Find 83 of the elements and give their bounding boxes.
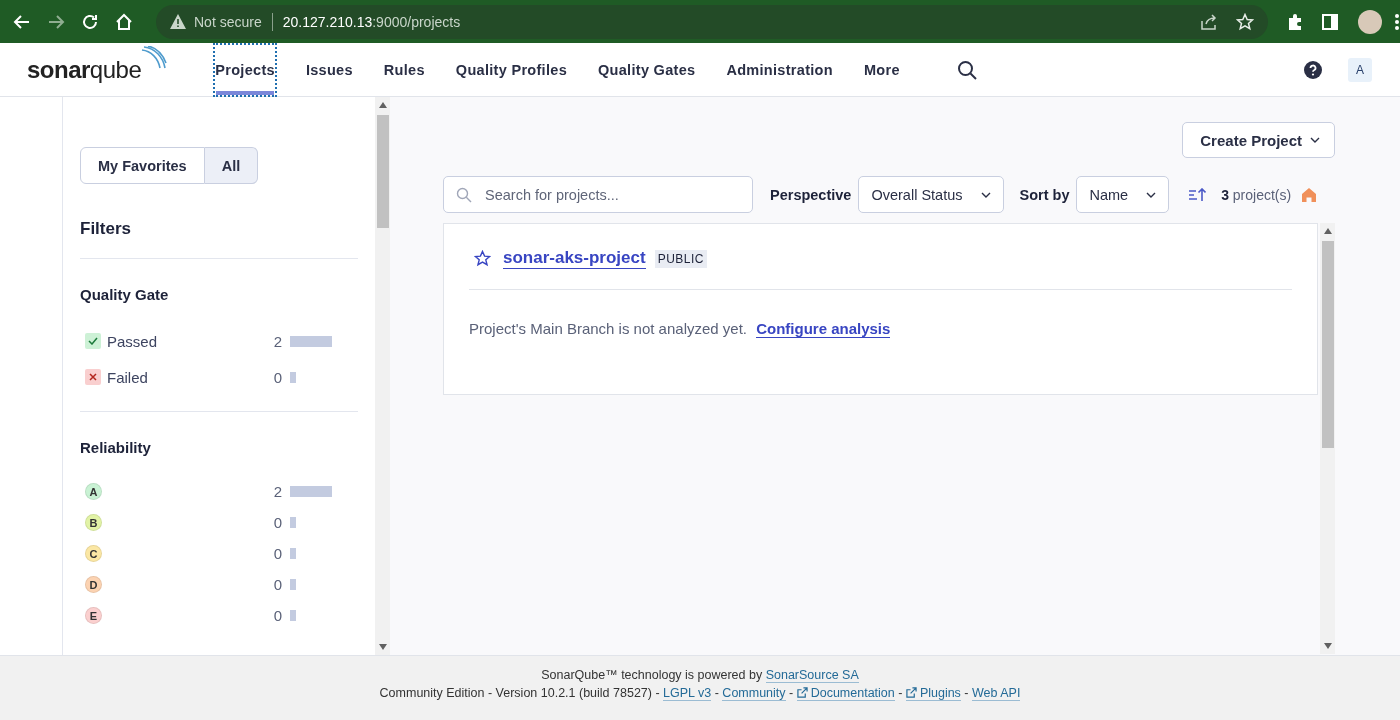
- search-field[interactable]: Search for projects...: [443, 176, 753, 213]
- more-icon[interactable]: [1394, 12, 1400, 31]
- facet-bar: [290, 610, 296, 621]
- footer-text: Community Edition - Version 10.2.1 (build 78527) - LGPL v3 - Community - Documentation - Plugins - Web API: [379, 686, 1021, 700]
- facet-count: 0: [272, 545, 282, 562]
- facet-bar: [290, 486, 332, 497]
- analysis-message: Project's Main Branch is not analyzed yet. Configure analysis: [469, 320, 892, 337]
- sort-order-icon[interactable]: [1188, 187, 1207, 202]
- star-icon[interactable]: [474, 250, 491, 267]
- rating-badge[interactable]: D: [85, 576, 102, 593]
- facet-bar: [290, 335, 332, 347]
- external-link-icon: [905, 687, 917, 698]
- security-label: Not secure: [194, 13, 262, 30]
- configure-analysis-link[interactable]: Configure analysis: [756, 320, 891, 338]
- facet-bar: [290, 548, 296, 559]
- facet-count: 0: [272, 607, 282, 624]
- nav-tab[interactable]: Administration: [724, 42, 835, 97]
- scroll-down-icon[interactable]: [1323, 643, 1332, 649]
- facet-count: 0: [272, 576, 282, 593]
- facet-count: 0: [272, 514, 282, 531]
- share-icon[interactable]: [1200, 12, 1218, 31]
- scrollbar-thumb[interactable]: [1321, 241, 1334, 448]
- footer-link[interactable]: Documentation: [796, 686, 895, 701]
- footer-link[interactable]: Community: [722, 686, 786, 701]
- filters-heading: Filters: [80, 219, 133, 239]
- perspective-label: Perspective: [770, 186, 852, 203]
- project-count: 3 project(s): [1221, 186, 1292, 203]
- visibility-badge: PUBLIC: [654, 249, 708, 268]
- cross-icon: [85, 369, 101, 385]
- footer-link[interactable]: Plugins: [905, 686, 961, 701]
- profile-avatar[interactable]: [1358, 9, 1382, 34]
- search-icon[interactable]: [956, 59, 977, 80]
- user-avatar[interactable]: A: [1348, 57, 1372, 82]
- warning-icon: [170, 14, 186, 29]
- facet-bar: [290, 579, 296, 590]
- facet-label[interactable]: Passed: [107, 332, 158, 350]
- caret-icon: [980, 191, 991, 198]
- caret-icon: [1146, 191, 1157, 198]
- help-icon[interactable]: [1304, 60, 1322, 79]
- rating-badge[interactable]: B: [85, 514, 102, 531]
- search-icon: [456, 187, 472, 203]
- footer-link[interactable]: LGPL v3: [663, 686, 712, 701]
- rating-badge[interactable]: C: [85, 545, 102, 562]
- footer-text: SonarQube™ technology is powered by SonarSource SA: [541, 668, 859, 682]
- sort-select[interactable]: Name: [1076, 176, 1170, 213]
- scroll-up-icon[interactable]: [1323, 228, 1332, 234]
- filter-toggle[interactable]: My Favorites: [80, 147, 205, 184]
- rating-badge[interactable]: E: [85, 607, 102, 624]
- address-bar[interactable]: Not secure 20.127.210.13:9000/projects: [156, 4, 1268, 39]
- facet-bar: [290, 517, 296, 528]
- scroll-up-icon[interactable]: [378, 102, 387, 108]
- footer-link[interactable]: SonarSource SA: [765, 668, 859, 683]
- project-link[interactable]: sonar-aks-project: [503, 248, 646, 269]
- facet-count: 2: [272, 483, 282, 500]
- facet-label[interactable]: Failed: [107, 368, 148, 386]
- scroll-down-icon[interactable]: [378, 644, 387, 650]
- check-icon: [85, 333, 101, 349]
- facet-count: 0: [272, 368, 282, 386]
- facet-count: 2: [272, 332, 282, 350]
- filter-toggle[interactable]: All: [204, 147, 259, 184]
- caret-icon: [1310, 137, 1320, 143]
- scrollbar[interactable]: [375, 97, 390, 655]
- home-icon[interactable]: [114, 11, 134, 32]
- perspective-select[interactable]: Overall Status: [858, 176, 1004, 213]
- nav-tab[interactable]: Quality Gates: [596, 42, 698, 97]
- nav-tab[interactable]: Issues: [303, 42, 355, 97]
- nav-tab[interactable]: Quality Profiles: [453, 42, 569, 97]
- facet-title: Quality Gate: [80, 286, 170, 303]
- external-link-icon: [796, 687, 808, 698]
- facet-bar: [290, 371, 296, 383]
- side-panel-icon[interactable]: [1320, 11, 1340, 32]
- scrollbar-thumb[interactable]: [376, 115, 389, 228]
- url-text: 20.127.210.13:9000/projects: [282, 13, 461, 30]
- logo-text: sonarqube: [27, 55, 142, 84]
- nav-tab[interactable]: Rules: [381, 42, 427, 97]
- facet-title: Reliability: [80, 439, 152, 456]
- scrollbar[interactable]: [1320, 223, 1335, 654]
- rating-badge[interactable]: A: [85, 483, 102, 500]
- nav-tab[interactable]: Projects: [213, 42, 277, 97]
- footer-link[interactable]: Web API: [972, 686, 1021, 701]
- nav-tab[interactable]: More: [861, 42, 902, 97]
- create-project-button[interactable]: Create Project: [1182, 122, 1335, 158]
- sort-label: Sort by: [1019, 186, 1070, 203]
